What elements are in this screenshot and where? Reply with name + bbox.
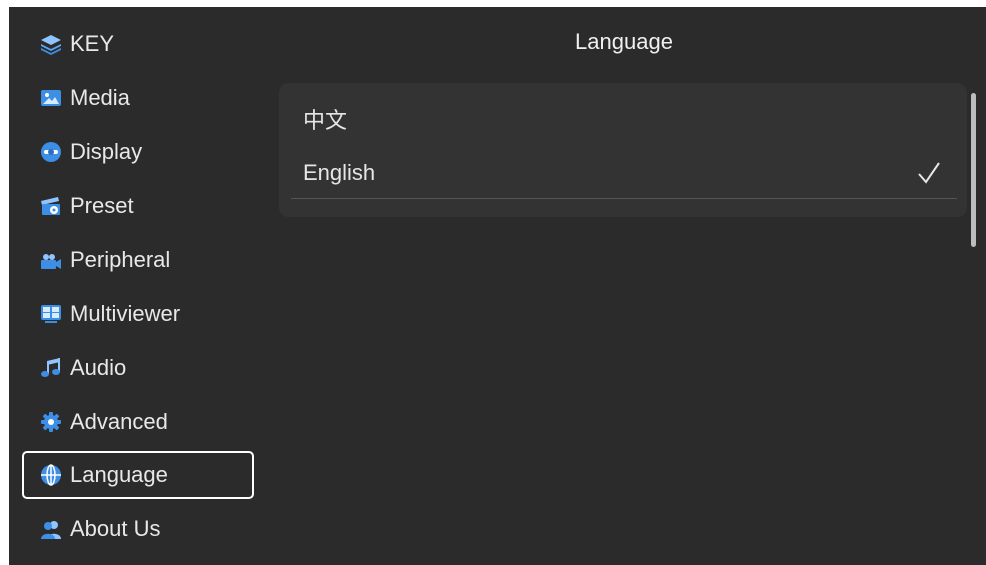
sidebar-item-label: Advanced [70,409,168,434]
sidebar-item-label: Peripheral [70,247,171,272]
page-title: Language [575,29,673,54]
sidebar-item-label: About Us [70,516,161,541]
peripheral-icon [40,249,62,271]
globe-icon [40,464,62,486]
settings-screen: KEY Media Display Preset Peripheral Mult… [9,7,986,565]
music-note-icon [40,357,62,379]
sidebar-item-about-us[interactable]: About Us [22,505,254,553]
sidebar-item-language[interactable]: Language [22,451,254,499]
layers-icon [40,33,62,55]
sidebar-item-preset[interactable]: Preset [22,182,254,230]
language-option-label: English [303,159,376,185]
checkmark-icon [915,159,943,187]
multiviewer-icon [40,303,62,325]
image-icon [40,87,62,109]
language-option-chinese[interactable]: 中文 [291,93,957,145]
display-icon [40,141,62,163]
gear-icon [40,411,62,433]
sidebar-item-label: Audio [70,355,127,380]
sidebar-item-audio[interactable]: Audio [22,344,254,392]
sidebar: KEY Media Display Preset Peripheral Mult… [9,7,271,565]
sidebar-item-advanced[interactable]: Advanced [22,398,254,446]
sidebar-item-display[interactable]: Display [22,128,254,176]
users-icon [40,518,62,540]
language-list: 中文 English [279,83,967,217]
sidebar-item-key[interactable]: KEY [22,20,254,68]
preset-icon [40,195,62,217]
sidebar-item-label: Preset [70,193,134,218]
sidebar-item-label: Language [70,462,168,487]
language-option-english[interactable]: English [291,147,957,199]
sidebar-item-multiviewer[interactable]: Multiviewer [22,290,254,338]
sidebar-item-label: Media [70,85,130,110]
sidebar-item-label: Display [70,139,143,164]
sidebar-item-media[interactable]: Media [22,74,254,122]
sidebar-item-label: Multiviewer [70,301,181,326]
sidebar-item-label: KEY [70,31,115,56]
language-option-label: 中文 [303,108,348,133]
scrollbar[interactable] [971,93,976,247]
sidebar-item-peripheral[interactable]: Peripheral [22,236,254,284]
